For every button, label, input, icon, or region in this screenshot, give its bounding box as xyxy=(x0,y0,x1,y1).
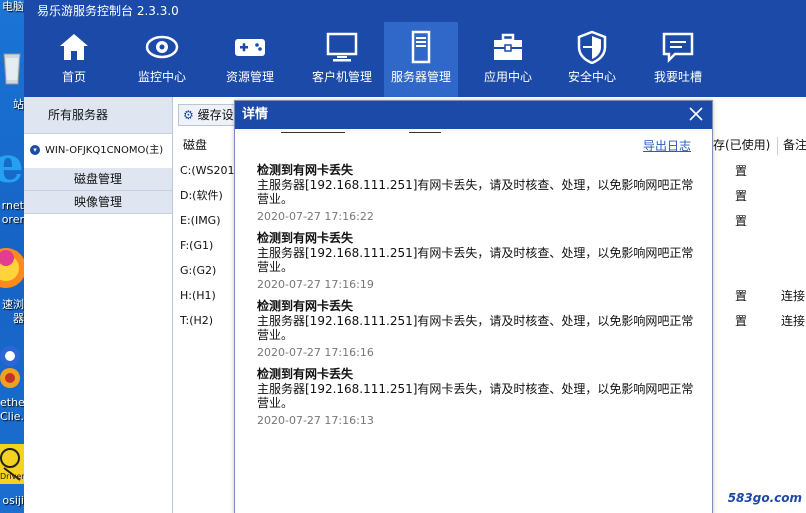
log-message: 主服务器[192.168.111.251]有网卡丢失，请及时核查、处理，以免影响… xyxy=(257,382,694,410)
toolbar-item-label: 应用中心 xyxy=(483,70,532,84)
toolbar-item-resource-management[interactable]: 资源管理 xyxy=(210,22,290,97)
app-title: 易乐游服务控制台 2.3.3.0 xyxy=(37,4,179,18)
eye-icon xyxy=(145,35,179,59)
log-item: 检测到有网卡丢失 主服务器[192.168.111.251]有网卡丢失，请及时核… xyxy=(257,230,697,298)
chevron-down-icon[interactable]: ▾ xyxy=(30,145,40,155)
desktop-label-computer: 电脑 xyxy=(2,0,24,13)
disk-row[interactable]: H:(H1) xyxy=(180,287,216,305)
log-item: 检测到有网卡丢失 主服务器[192.168.111.251]有网卡丢失，请及时核… xyxy=(257,298,697,366)
desktop-label-client: Clie. xyxy=(0,410,24,423)
chat-icon xyxy=(662,32,694,64)
disk-row[interactable]: T:(H2) xyxy=(180,312,213,330)
gear-icon: ⚙ xyxy=(183,108,194,122)
log-time: 2020-07-27 17:16:16 xyxy=(257,346,374,359)
desktop-icon-strip: 电脑 站 e rnet orer 速浏 器 ethe Clie. Driver … xyxy=(0,0,24,513)
site-watermark: 583go.com xyxy=(727,491,802,505)
close-icon[interactable] xyxy=(686,104,706,124)
details-dialog: 详情 导出日志 检测到有网卡丢失 主服务器[192.168.111.251]有网… xyxy=(234,100,713,513)
app-titlebar[interactable]: 易乐游服务控制台 2.3.3.0 xyxy=(24,0,806,22)
toolbar-item-label: 监控中心 xyxy=(137,70,186,84)
main-toolbar: 首页 监控中心 资源管理 客户机管理 服务器管理 应用中心 安全中心 我要吐槽 xyxy=(24,22,806,97)
dialog-title: 详情 xyxy=(242,107,269,122)
server-tree-panel: 所有服务器 ▾ WIN-OFJKQ1CNOMO(主) 磁盘管理 映像管理 xyxy=(24,97,173,513)
gamepad-icon xyxy=(235,39,265,56)
desktop-label-orer: orer xyxy=(1,213,24,226)
disk-row[interactable]: G:(G2) xyxy=(180,262,216,280)
log-title: 检测到有网卡丢失 xyxy=(257,231,354,245)
tab-underline[interactable] xyxy=(409,132,441,133)
toolbar-item-label: 首页 xyxy=(61,70,86,84)
toolbar-item-security-center[interactable]: 安全中心 xyxy=(552,22,632,97)
cache-cell: 置 xyxy=(735,314,748,328)
server-node[interactable]: ▾ WIN-OFJKQ1CNOMO(主) xyxy=(24,134,172,168)
remark-cell: 连接 xyxy=(781,314,806,328)
toolbar-item-monitor-center[interactable]: 监控中心 xyxy=(122,22,202,97)
server-node-label: WIN-OFJKQ1CNOMO(主) xyxy=(45,145,164,156)
cache-cell: 置 xyxy=(735,164,748,178)
toolbar-item-home[interactable]: 首页 xyxy=(34,22,114,97)
desktop-label-osiji: osiji xyxy=(2,494,24,507)
desktop-label-site: 站 xyxy=(13,98,24,111)
log-message: 主服务器[192.168.111.251]有网卡丢失，请及时核查、处理，以免影响… xyxy=(257,246,694,274)
desktop-label-browser: 速浏 xyxy=(2,298,24,311)
log-message: 主服务器[192.168.111.251]有网卡丢失，请及时核查、处理，以免影响… xyxy=(257,314,694,342)
server-icon xyxy=(411,30,431,64)
desktop-label-device: 器 xyxy=(13,312,24,325)
disk-row[interactable]: D:(软件) xyxy=(180,187,223,205)
toolbar-item-label: 客户机管理 xyxy=(311,70,372,84)
desktop-label-ethe: ethe xyxy=(0,396,24,409)
image-management-item[interactable]: 映像管理 xyxy=(24,191,172,214)
disk-row[interactable]: E:(IMG) xyxy=(180,212,221,230)
tab-underline[interactable] xyxy=(281,132,345,133)
toolbar-item-label: 我要吐槽 xyxy=(653,70,702,84)
log-time: 2020-07-27 17:16:13 xyxy=(257,414,374,427)
export-log-link[interactable]: 导出日志 xyxy=(643,137,691,154)
log-time: 2020-07-27 17:16:19 xyxy=(257,278,374,291)
cache-used-column-header[interactable]: 存(已使用) xyxy=(713,133,775,157)
desktop-label-rnet: rnet xyxy=(1,199,24,212)
home-icon xyxy=(60,34,88,60)
recycle-bin-icon[interactable] xyxy=(0,48,24,88)
log-title: 检测到有网卡丢失 xyxy=(257,367,354,381)
desktop: 电脑 站 e rnet orer 速浏 器 ethe Clie. Driver … xyxy=(0,0,806,513)
desktop-label-driver: Driver xyxy=(0,472,24,481)
cache-cell: 置 xyxy=(735,289,748,303)
cache-cell: 置 xyxy=(735,189,748,203)
shield-icon xyxy=(577,30,607,64)
all-servers-header[interactable]: 所有服务器 xyxy=(24,97,172,134)
column-divider xyxy=(777,137,778,155)
log-message: 主服务器[192.168.111.251]有网卡丢失，请及时核查、处理，以免影响… xyxy=(257,178,694,206)
log-time: 2020-07-27 17:16:22 xyxy=(257,210,374,223)
disk-row[interactable]: F:(G1) xyxy=(180,237,213,255)
cache-tab-label: 缓存设 xyxy=(197,108,234,122)
dialog-titlebar[interactable]: 详情 xyxy=(235,101,712,129)
log-title: 检测到有网卡丢失 xyxy=(257,163,354,177)
svg-text:e: e xyxy=(0,140,24,190)
log-list: 检测到有网卡丢失 主服务器[192.168.111.251]有网卡丢失，请及时核… xyxy=(257,162,697,434)
toolbar-item-client-management[interactable]: 客户机管理 xyxy=(298,22,386,97)
log-item: 检测到有网卡丢失 主服务器[192.168.111.251]有网卡丢失，请及时核… xyxy=(257,366,697,434)
ethernet-client-icon[interactable] xyxy=(0,344,24,390)
toolbar-item-label: 资源管理 xyxy=(225,70,274,84)
toolbar-item-label: 安全中心 xyxy=(567,70,616,84)
remark-column-header[interactable]: 备注 xyxy=(783,133,806,157)
cache-cell: 置 xyxy=(735,214,748,228)
log-title: 检测到有网卡丢失 xyxy=(257,299,354,313)
dialog-tab-strip xyxy=(235,129,712,135)
toolbar-item-label: 服务器管理 xyxy=(390,70,451,84)
remark-cell: 连接 xyxy=(781,289,806,303)
disk-management-item[interactable]: 磁盘管理 xyxy=(24,168,172,191)
toolbar-item-app-center[interactable]: 应用中心 xyxy=(468,22,548,97)
toolbar-item-server-management[interactable]: 服务器管理 xyxy=(384,22,458,97)
toolbox-icon xyxy=(494,33,522,60)
speed-browser-icon[interactable] xyxy=(0,244,24,292)
toolbar-item-feedback[interactable]: 我要吐槽 xyxy=(638,22,718,97)
ie-browser-icon[interactable]: e xyxy=(0,140,24,190)
log-item: 检测到有网卡丢失 主服务器[192.168.111.251]有网卡丢失，请及时核… xyxy=(257,162,697,230)
disk-row[interactable]: C:(WS2019 xyxy=(180,162,242,180)
monitor-icon xyxy=(326,32,358,62)
